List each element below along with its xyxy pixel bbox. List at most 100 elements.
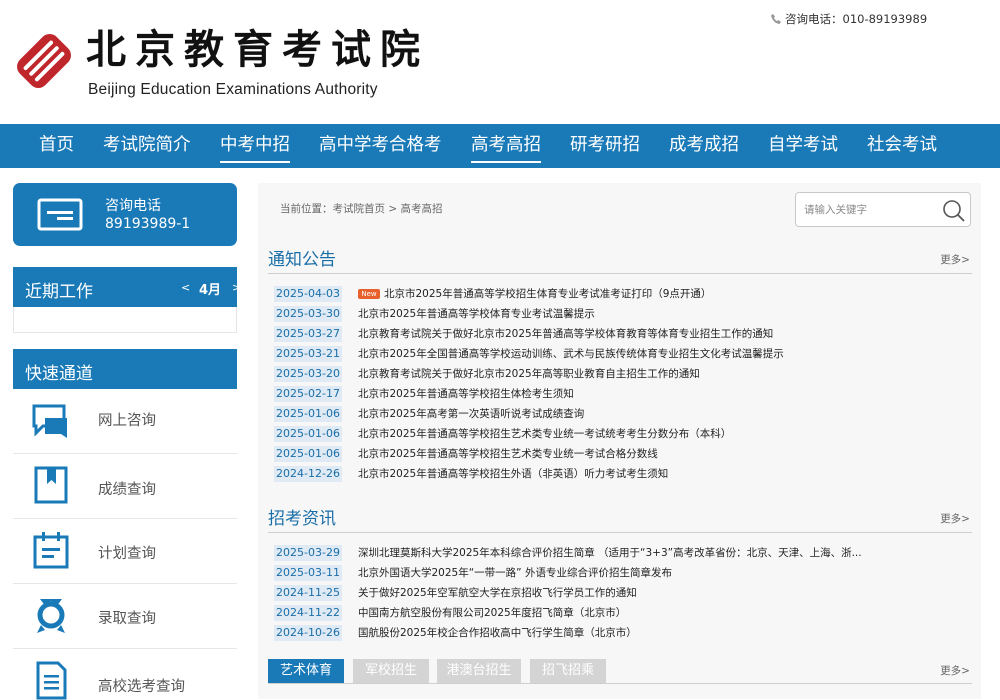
list-item[interactable]: 2025-03-30 北京市2025年普通高等学校体育专业考试温馨提示: [274, 305, 974, 323]
news-date: 2025-04-03: [274, 286, 342, 302]
main-content: 当前位置：考试院首页 > 高考高招 通知公告 更多> 2025-04-03 Ne…: [258, 183, 981, 699]
search-box: [795, 192, 971, 227]
quick-item-label: 高校选考查询: [98, 679, 185, 695]
list-item[interactable]: 2025-03-21 北京市2025年全国普通高等学校运动训练、武术与民族传统体…: [274, 345, 974, 363]
quick-item-label: 成绩查询: [98, 482, 156, 498]
news-title[interactable]: New 北京市2025年普通高等学校招生体育专业考试准考证打印（9点开通）: [358, 286, 711, 302]
nav-item-zhongkao[interactable]: 中考中招: [220, 124, 290, 168]
news-date: 2025-03-21: [274, 346, 342, 362]
news-title[interactable]: 北京市2025年高考第一次英语听说考试成绩查询: [358, 406, 584, 422]
news-date: 2024-10-26: [274, 625, 342, 641]
quick-access-header: 快速通道: [13, 349, 237, 389]
new-badge: New: [358, 289, 380, 299]
news-date: 2025-03-11: [274, 565, 342, 581]
recent-work-title: 近期工作: [25, 282, 93, 302]
list-item[interactable]: 2025-03-20 北京教育考试院关于做好北京市2025年高等职业教育自主招生…: [274, 365, 974, 383]
list-item[interactable]: 2025-01-06 北京市2025年普通高等学校招生艺术类专业统一考试合格分数…: [274, 445, 974, 463]
medal-icon: [37, 599, 65, 633]
calendar-icon: [33, 532, 69, 569]
list-item[interactable]: 2025-03-29 深圳北理莫斯科大学2025年本科综合评价招生简章 （适用于…: [274, 544, 974, 562]
chat-icon: [32, 404, 67, 438]
nav-item-xuekao[interactable]: 高中学考合格考: [319, 124, 442, 168]
tabs-divider: [268, 683, 972, 684]
news-date: 2024-11-22: [274, 605, 342, 621]
recent-work-header: 近期工作 < 4月 >: [13, 267, 241, 307]
recent-work-body: [13, 307, 237, 333]
search-input[interactable]: [804, 200, 934, 220]
quick-item-score-query[interactable]: 成绩查询: [13, 454, 237, 519]
notices-more-link[interactable]: 更多>: [940, 252, 970, 267]
news-title[interactable]: 关于做好2025年空军航空大学在京招收飞行学员工作的通知: [358, 585, 637, 601]
site-title-en: Beijing Education Examinations Authority: [88, 81, 378, 98]
tab-military[interactable]: 军校招生: [353, 659, 429, 683]
month-next-button[interactable]: >: [232, 281, 241, 294]
news-date: 2024-11-25: [274, 585, 342, 601]
consult-title: 咨询电话: [105, 198, 161, 214]
news-title[interactable]: 北京市2025年普通高等学校招生体检考生须知: [358, 386, 574, 402]
list-item[interactable]: 2025-01-06 北京市2025年普通高等学校招生艺术类专业统一考试统考考生…: [274, 425, 974, 443]
list-item[interactable]: 2024-11-25 关于做好2025年空军航空大学在京招收飞行学员工作的通知: [274, 584, 974, 602]
news-title[interactable]: 国航股份2025年校企合作招收高中飞行学生简章（北京市）: [358, 625, 637, 641]
quick-item-plan-query[interactable]: 计划查询: [13, 519, 237, 584]
news-title[interactable]: 中国南方航空股份有限公司2025年度招飞简章（北京市）: [358, 605, 626, 621]
list-item[interactable]: 2024-12-26 北京市2025年普通高等学校招生外语（非英语）听力考试考生…: [274, 465, 974, 483]
news-title[interactable]: 北京市2025年普通高等学校招生艺术类专业统一考试统考考生分数分布（本科）: [358, 426, 731, 442]
consult-phone-box[interactable]: 咨询电话 89193989-1: [13, 183, 237, 246]
news-title[interactable]: 北京外国语大学2025年“一带一路” 外语专业综合评价招生简章发布: [358, 565, 672, 581]
nav-item-home[interactable]: 首页: [39, 124, 74, 168]
breadcrumb: 当前位置：考试院首页 > 高考高招: [280, 203, 443, 215]
news-date: 2025-03-30: [274, 306, 342, 322]
news-title[interactable]: 北京市2025年普通高等学校体育专业考试温馨提示: [358, 306, 595, 322]
site-title-cn[interactable]: 北京教育考试院: [86, 26, 429, 74]
bookmark-icon: [34, 466, 68, 504]
consult-number: 89193989-1: [105, 216, 191, 232]
news-date: 2025-01-06: [274, 426, 342, 442]
list-item[interactable]: 2025-03-27 北京教育考试院关于做好北京市2025年普通高等学校体育教育…: [274, 325, 974, 343]
quick-item-online-consult[interactable]: 网上咨询: [13, 389, 237, 454]
document-icon: [36, 661, 67, 700]
tab-hk-macao-taiwan[interactable]: 港澳台招生: [437, 659, 521, 683]
nav-item-gaokao[interactable]: 高考高招: [471, 124, 541, 168]
nav-item-yankao[interactable]: 研考研招: [570, 124, 640, 168]
tabs-more-link[interactable]: 更多>: [940, 663, 970, 678]
quick-access-title: 快速通道: [25, 364, 93, 384]
quick-item-admission-query[interactable]: 录取查询: [13, 584, 237, 649]
list-item[interactable]: 2024-10-26 国航股份2025年校企合作招收高中飞行学生简章（北京市）: [274, 624, 974, 642]
nav-item-shehui[interactable]: 社会考试: [867, 124, 937, 168]
list-item[interactable]: 2025-01-06 北京市2025年高考第一次英语听说考试成绩查询: [274, 405, 974, 423]
notices-header: 通知公告 更多>: [268, 242, 972, 274]
search-icon[interactable]: [942, 199, 966, 223]
quick-item-college-query[interactable]: 高校选考查询: [13, 649, 237, 700]
list-item[interactable]: 2024-11-22 中国南方航空股份有限公司2025年度招飞简章（北京市）: [274, 604, 974, 622]
tab-art-sports[interactable]: 艺术体育: [268, 659, 344, 683]
nav-item-zixue[interactable]: 自学考试: [768, 124, 838, 168]
nav-item-chengkao[interactable]: 成考成招: [669, 124, 739, 168]
tab-pilot[interactable]: 招飞招乘: [530, 659, 606, 683]
notices-title[interactable]: 通知公告: [268, 245, 336, 270]
month-prev-button[interactable]: <: [181, 281, 190, 294]
news-date: 2025-02-17: [274, 386, 342, 402]
news-title[interactable]: 深圳北理莫斯科大学2025年本科综合评价招生简章 （适用于“3+3”高考改革省份…: [358, 545, 862, 561]
news-title[interactable]: 北京市2025年普通高等学校招生外语（非英语）听力考试考生须知: [358, 466, 668, 482]
admissions-title[interactable]: 招考资讯: [268, 504, 336, 529]
quick-item-label: 计划查询: [98, 546, 156, 562]
quick-access-list: 网上咨询 成绩查询 计划查询 录取查询 高校选考查询: [13, 389, 237, 700]
news-date: 2025-03-27: [274, 326, 342, 342]
list-item[interactable]: 2025-03-11 北京外国语大学2025年“一带一路” 外语专业综合评价招生…: [274, 564, 974, 582]
main-nav: 首页 考试院简介 中考中招 高中学考合格考 高考高招 研考研招 成考成招 自学考…: [0, 124, 1000, 168]
logo-icon[interactable]: [12, 30, 76, 92]
hotline-label: 咨询电话：: [785, 12, 843, 26]
quick-item-label: 网上咨询: [98, 413, 156, 429]
hotline: 咨询电话：010-89193989: [770, 11, 927, 27]
news-title[interactable]: 北京教育考试院关于做好北京市2025年普通高等学校体育教育等体育专业招生工作的通…: [358, 326, 773, 342]
news-title-text: 北京市2025年普通高等学校招生体育专业考试准考证打印（9点开通）: [384, 288, 712, 300]
list-item[interactable]: 2025-04-03 New 北京市2025年普通高等学校招生体育专业考试准考证打…: [274, 285, 974, 303]
list-item[interactable]: 2025-02-17 北京市2025年普通高等学校招生体检考生须知: [274, 385, 974, 403]
category-tabs: 艺术体育 军校招生 港澳台招生 招飞招乘 更多>: [268, 659, 972, 683]
admissions-more-link[interactable]: 更多>: [940, 511, 970, 526]
news-title[interactable]: 北京市2025年普通高等学校招生艺术类专业统一考试合格分数线: [358, 446, 658, 462]
news-date: 2025-03-20: [274, 366, 342, 382]
nav-item-about[interactable]: 考试院简介: [103, 124, 191, 168]
news-title[interactable]: 北京教育考试院关于做好北京市2025年高等职业教育自主招生工作的通知: [358, 366, 700, 382]
news-title[interactable]: 北京市2025年全国普通高等学校运动训练、武术与民族传统体育专业招生文化考试温馨…: [358, 346, 784, 362]
